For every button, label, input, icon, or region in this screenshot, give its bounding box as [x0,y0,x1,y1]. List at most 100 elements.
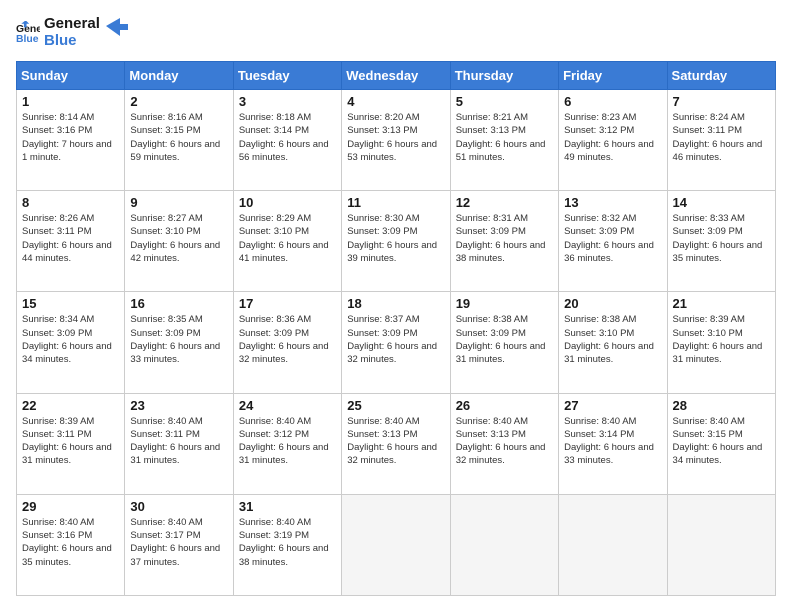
calendar-day-cell: 22 Sunrise: 8:39 AMSunset: 3:11 PMDayligh… [17,393,125,494]
day-number: 27 [564,398,661,413]
day-number: 9 [130,195,227,210]
day-info: Sunrise: 8:36 AMSunset: 3:09 PMDaylight:… [239,313,336,366]
calendar-day-cell: 7 Sunrise: 8:24 AMSunset: 3:11 PMDaylight… [667,90,775,191]
day-number: 26 [456,398,553,413]
day-number: 4 [347,94,444,109]
calendar-day-cell: 21 Sunrise: 8:39 AMSunset: 3:10 PMDayligh… [667,292,775,393]
day-info: Sunrise: 8:34 AMSunset: 3:09 PMDaylight:… [22,313,119,366]
calendar-day-cell: 18 Sunrise: 8:37 AMSunset: 3:09 PMDayligh… [342,292,450,393]
day-info: Sunrise: 8:40 AMSunset: 3:14 PMDaylight:… [564,415,661,468]
calendar-day-cell [559,494,667,595]
calendar-day-cell: 29Sunrise: 8:40 AMSunset: 3:16 PMDayligh… [17,494,125,595]
day-number: 18 [347,296,444,311]
calendar-day-cell: 20 Sunrise: 8:38 AMSunset: 3:10 PMDayligh… [559,292,667,393]
calendar-day-cell: 10 Sunrise: 8:29 AMSunset: 3:10 PMDayligh… [233,191,341,292]
day-number: 25 [347,398,444,413]
calendar-week-row: 15 Sunrise: 8:34 AMSunset: 3:09 PMDayligh… [17,292,776,393]
logo-blue: Blue [44,33,100,50]
calendar-day-cell: 31Sunrise: 8:40 AMSunset: 3:19 PMDayligh… [233,494,341,595]
calendar-day-cell: 6 Sunrise: 8:23 AMSunset: 3:12 PMDaylight… [559,90,667,191]
logo: General Blue General Blue [16,16,128,49]
day-info: Sunrise: 8:31 AMSunset: 3:09 PMDaylight:… [456,212,553,265]
calendar-day-cell: 3 Sunrise: 8:18 AMSunset: 3:14 PMDaylight… [233,90,341,191]
day-info: Sunrise: 8:18 AMSunset: 3:14 PMDaylight:… [239,111,336,164]
calendar-day-cell: 26 Sunrise: 8:40 AMSunset: 3:13 PMDayligh… [450,393,558,494]
calendar-week-row: 8Sunrise: 8:26 AMSunset: 3:11 PMDaylight… [17,191,776,292]
calendar-day-cell: 19 Sunrise: 8:38 AMSunset: 3:09 PMDayligh… [450,292,558,393]
calendar-day-cell: 15 Sunrise: 8:34 AMSunset: 3:09 PMDayligh… [17,292,125,393]
calendar-day-cell: 5 Sunrise: 8:21 AMSunset: 3:13 PMDaylight… [450,90,558,191]
day-info: Sunrise: 8:14 AMSunset: 3:16 PMDaylight:… [22,111,119,164]
calendar-day-header: Wednesday [342,62,450,90]
day-number: 3 [239,94,336,109]
day-info: Sunrise: 8:40 AMSunset: 3:17 PMDaylight:… [130,516,227,569]
calendar-day-cell: 1 Sunrise: 8:14 AMSunset: 3:16 PMDaylight… [17,90,125,191]
logo-icon: General Blue [16,21,40,45]
calendar-day-header: Friday [559,62,667,90]
day-info: Sunrise: 8:23 AMSunset: 3:12 PMDaylight:… [564,111,661,164]
day-number: 19 [456,296,553,311]
day-info: Sunrise: 8:40 AMSunset: 3:15 PMDaylight:… [673,415,770,468]
day-info: Sunrise: 8:39 AMSunset: 3:11 PMDaylight:… [22,415,119,468]
day-info: Sunrise: 8:40 AMSunset: 3:13 PMDaylight:… [347,415,444,468]
calendar-day-cell: 16Sunrise: 8:35 AMSunset: 3:09 PMDayligh… [125,292,233,393]
day-info: Sunrise: 8:38 AMSunset: 3:10 PMDaylight:… [564,313,661,366]
calendar-day-header: Tuesday [233,62,341,90]
day-number: 20 [564,296,661,311]
day-number: 2 [130,94,227,109]
calendar-table: SundayMondayTuesdayWednesdayThursdayFrid… [16,61,776,596]
day-number: 22 [22,398,119,413]
day-info: Sunrise: 8:27 AMSunset: 3:10 PMDaylight:… [130,212,227,265]
day-info: Sunrise: 8:32 AMSunset: 3:09 PMDaylight:… [564,212,661,265]
day-number: 12 [456,195,553,210]
day-number: 5 [456,94,553,109]
day-info: Sunrise: 8:30 AMSunset: 3:09 PMDaylight:… [347,212,444,265]
calendar-day-cell: 17 Sunrise: 8:36 AMSunset: 3:09 PMDayligh… [233,292,341,393]
day-number: 7 [673,94,770,109]
calendar-day-cell: 30 Sunrise: 8:40 AMSunset: 3:17 PMDayligh… [125,494,233,595]
calendar-day-header: Sunday [17,62,125,90]
day-info: Sunrise: 8:40 AMSunset: 3:13 PMDaylight:… [456,415,553,468]
day-number: 21 [673,296,770,311]
day-info: Sunrise: 8:40 AMSunset: 3:19 PMDaylight:… [239,516,336,569]
day-number: 10 [239,195,336,210]
day-info: Sunrise: 8:29 AMSunset: 3:10 PMDaylight:… [239,212,336,265]
day-number: 1 [22,94,119,109]
calendar-week-row: 29Sunrise: 8:40 AMSunset: 3:16 PMDayligh… [17,494,776,595]
day-number: 30 [130,499,227,514]
day-info: Sunrise: 8:24 AMSunset: 3:11 PMDaylight:… [673,111,770,164]
calendar-week-row: 22 Sunrise: 8:39 AMSunset: 3:11 PMDayligh… [17,393,776,494]
calendar-day-cell: 4Sunrise: 8:20 AMSunset: 3:13 PMDaylight… [342,90,450,191]
day-number: 17 [239,296,336,311]
day-number: 14 [673,195,770,210]
day-info: Sunrise: 8:35 AMSunset: 3:09 PMDaylight:… [130,313,227,366]
day-number: 28 [673,398,770,413]
day-info: Sunrise: 8:40 AMSunset: 3:16 PMDaylight:… [22,516,119,569]
day-info: Sunrise: 8:21 AMSunset: 3:13 PMDaylight:… [456,111,553,164]
calendar-day-cell: 11 Sunrise: 8:30 AMSunset: 3:09 PMDayligh… [342,191,450,292]
day-number: 13 [564,195,661,210]
calendar-day-cell: 12 Sunrise: 8:31 AMSunset: 3:09 PMDayligh… [450,191,558,292]
calendar-day-cell [667,494,775,595]
calendar-day-cell: 28 Sunrise: 8:40 AMSunset: 3:15 PMDayligh… [667,393,775,494]
calendar-day-cell: 24Sunrise: 8:40 AMSunset: 3:12 PMDayligh… [233,393,341,494]
day-info: Sunrise: 8:33 AMSunset: 3:09 PMDaylight:… [673,212,770,265]
calendar-day-header: Thursday [450,62,558,90]
calendar-day-header: Saturday [667,62,775,90]
day-number: 15 [22,296,119,311]
day-number: 6 [564,94,661,109]
calendar-header-row: SundayMondayTuesdayWednesdayThursdayFrid… [17,62,776,90]
day-info: Sunrise: 8:38 AMSunset: 3:09 PMDaylight:… [456,313,553,366]
day-info: Sunrise: 8:37 AMSunset: 3:09 PMDaylight:… [347,313,444,366]
svg-text:Blue: Blue [16,33,39,44]
calendar-day-cell: 25 Sunrise: 8:40 AMSunset: 3:13 PMDayligh… [342,393,450,494]
calendar-day-cell: 13 Sunrise: 8:32 AMSunset: 3:09 PMDayligh… [559,191,667,292]
day-number: 11 [347,195,444,210]
calendar-day-cell: 8Sunrise: 8:26 AMSunset: 3:11 PMDaylight… [17,191,125,292]
calendar-day-header: Monday [125,62,233,90]
day-info: Sunrise: 8:39 AMSunset: 3:10 PMDaylight:… [673,313,770,366]
calendar-week-row: 1 Sunrise: 8:14 AMSunset: 3:16 PMDaylight… [17,90,776,191]
calendar-day-cell: 2Sunrise: 8:16 AMSunset: 3:15 PMDaylight… [125,90,233,191]
day-number: 8 [22,195,119,210]
calendar-day-cell [342,494,450,595]
